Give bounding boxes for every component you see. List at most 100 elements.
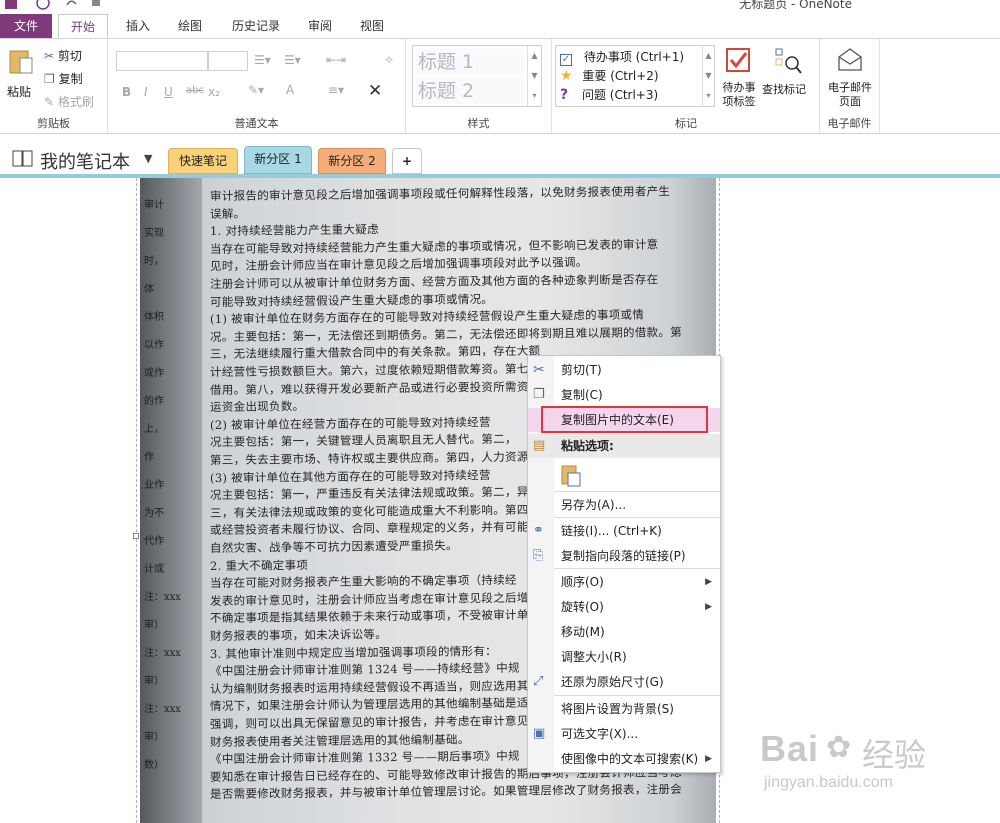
tab-history[interactable]: 历史记录 [224, 14, 288, 38]
format-painter-button[interactable]: ✎ 格式刷 [44, 93, 94, 110]
underline-button[interactable]: U [164, 85, 173, 99]
menu-make-text-searchable[interactable]: 使图像中的文本可搜索(K) ▶ [528, 747, 720, 771]
book-text-line: 1. 对持续经营能力产生重大疑虑 [209, 222, 380, 239]
styles-scroll[interactable]: ▲ ▼ ▾ [527, 46, 541, 106]
menu-move[interactable]: 移动(M) [528, 620, 720, 644]
left-page-fragment: 代作 [144, 536, 164, 547]
chevron-down-icon[interactable]: ▼ [144, 152, 152, 165]
book-left-page: 审计 实现 时， 体体积 以作 或作 的作 上， 作业作 为不 代作 计或 注：xxx 审） 注：xxx 审）… [140, 178, 202, 823]
menu-link[interactable]: ⚭ 链接(I)... (Ctrl+K) [528, 519, 720, 543]
font-size-combo[interactable] [208, 51, 248, 71]
tag-question[interactable]: ? 问题 (Ctrl+3) [560, 86, 658, 104]
menu-set-background[interactable]: 将图片设置为背景(S) [528, 697, 720, 721]
tab-file[interactable]: 文件 [0, 14, 52, 38]
back-icon[interactable] [36, 0, 50, 10]
font-name-combo[interactable] [116, 51, 208, 71]
section-new-2[interactable]: 新分区 2 [318, 148, 386, 174]
book-text-line: 发表的审计意见时，注册会计师应当考虑在审计意见段之后增加 [209, 590, 541, 608]
page-canvas[interactable]: 审计 实现 时， 体体积 以作 或作 的作 上， 作业作 为不 代作 计或 注：xxx 审） 注：xxx 审）… [0, 178, 1000, 823]
paste-picture-option[interactable] [528, 461, 720, 491]
book-text-line: 当存在可能导致对持续经营能力产生重大疑虑的事项或情况，但不影响已发表的审计意 [209, 237, 659, 256]
book-text-line: (2) 被审计单位在经营方面存在的可能导致对持续经营 [209, 414, 491, 432]
highlight-box [541, 406, 708, 433]
basic-text-group-label: 普通文本 [234, 117, 279, 130]
paste-icon: ▤ [533, 438, 546, 453]
left-page-fragment: 审计 [144, 200, 164, 211]
paste-icon [9, 50, 33, 74]
delete-icon[interactable]: ✕ [368, 81, 382, 101]
notebook-bar: 我的笔记本 ▼ 快速笔记 新分区 1 新分区 2 + [0, 134, 1000, 174]
book-text-line: 见时，注册会计师应当在审计意见段之后增加强调事项段对此予以强调。 [209, 255, 588, 274]
notebook-name[interactable]: 我的笔记本 [40, 148, 130, 174]
numbering-icon[interactable]: ☰▾ [284, 53, 301, 67]
italic-button[interactable]: I [144, 85, 148, 99]
undo-icon[interactable] [64, 0, 78, 10]
section-new-1[interactable]: 新分区 1 [244, 146, 312, 174]
add-section-button[interactable]: + [392, 148, 422, 174]
email-page-label: 电子邮件页面 [828, 81, 872, 108]
indent-icon[interactable]: ⇤⇥ [326, 53, 346, 67]
menu-move-label: 移动(M) [561, 625, 605, 639]
email-page-button[interactable]: 电子邮件页面 [824, 45, 876, 113]
menu-copy-label: 复制(C) [561, 388, 603, 402]
paste-button[interactable]: 粘贴 [4, 47, 36, 105]
align-icon[interactable]: ≡▾ [328, 83, 344, 97]
tab-view[interactable]: 视图 [352, 14, 392, 38]
left-page-fragment: 注：xxx [144, 648, 181, 659]
submenu-arrow-icon: ▶ [705, 577, 712, 587]
cut-button[interactable]: ✂ 剪切 [44, 47, 82, 64]
copy-icon: ❐ [44, 72, 55, 86]
book-text-line: 可能导致对持续经营假设产生重大疑虑的事项或情况。 [209, 291, 494, 309]
tags-scroll[interactable]: ▲ ▼ ▾ [702, 46, 714, 106]
tab-insert[interactable]: 插入 [118, 14, 158, 38]
font-color-button[interactable]: A [286, 83, 294, 97]
book-text-line: 认为编制财务报表时运用持续经营假设不再适当，则应选用其他 [209, 678, 541, 696]
menu-separator [554, 517, 720, 518]
book-text-line: 是否需要修改财务报表，并与被审计单位管理层讨论。如果管理层修改了财务报表，注册会 [209, 782, 683, 802]
strikethrough-button[interactable]: abc [186, 85, 204, 96]
book-text-line: 不确定事项是指其结果依赖于未来行动或事项，不受被审计单位 [209, 607, 541, 626]
highlight-icon[interactable]: ✎▾ [248, 83, 264, 97]
menu-rotate[interactable]: 旋转(O) ▶ [528, 595, 720, 619]
menu-save-as[interactable]: 另存为(A)... [528, 493, 720, 517]
book-text-line: 审计报告的审计意见段之后增加强调事项段或任何解释性段落，以免财务报表使用者产生 [209, 184, 671, 203]
find-tags-button[interactable]: 查找标记 [760, 45, 816, 105]
tab-review[interactable]: 审阅 [300, 14, 340, 38]
style-heading-1[interactable]: 标题 1 [416, 49, 524, 75]
copy-button[interactable]: ❐ 复制 [44, 70, 83, 87]
left-page-fragment: 体积 [144, 312, 164, 323]
left-page-fragment: 上， [144, 424, 164, 435]
tag-question-label: 问题 (Ctrl+3) [581, 88, 659, 102]
tags-gallery: ✓ 待办事项 (Ctrl+1) ★ 重要 (Ctrl+2) ? 问题 (Ctrl… [555, 45, 715, 107]
quick-access-customize-icon[interactable] [90, 0, 104, 10]
menu-restore-size-label: 还原为原始尺寸(G) [561, 675, 664, 689]
style-heading-2[interactable]: 标题 2 [416, 78, 524, 104]
book-text-line: 三，有关法律法规或政策的变化可能造成重大不利影响。第四， [209, 502, 541, 520]
menu-cut[interactable]: ✂ 剪切(T) [528, 358, 720, 382]
section-quick-notes[interactable]: 快速笔记 [168, 148, 238, 174]
clear-format-icon[interactable]: ✧ [384, 53, 394, 67]
tag-todo[interactable]: ✓ 待办事项 (Ctrl+1) [560, 48, 684, 66]
tag-important[interactable]: ★ 重要 (Ctrl+2) [560, 67, 659, 85]
subscript-button[interactable]: x₂ [208, 85, 220, 99]
todo-tag-button[interactable]: 待办事项标签 [720, 45, 758, 115]
menu-alt-text[interactable]: ▣ 可选文字(X)... [528, 722, 720, 746]
styles-group-label: 样式 [467, 117, 490, 130]
paw-icon: ✿ [826, 730, 852, 765]
baidu-watermark: Bai ✿ 经验 jingyan.baidu.com [760, 728, 995, 818]
menu-restore-size[interactable]: ⤢ 还原为原始尺寸(G) [528, 670, 720, 694]
bold-button[interactable]: B [122, 85, 131, 99]
menu-order[interactable]: 顺序(O) ▶ [528, 570, 720, 594]
submenu-arrow-icon: ▶ [705, 602, 712, 612]
menu-copy-paragraph-link[interactable]: ⎘ 复制指向段落的链接(P) [528, 544, 720, 568]
left-page-fragment: 体 [144, 284, 154, 295]
menu-resize[interactable]: 调整大小(R) [528, 645, 720, 669]
watermark-brand: Bai [760, 728, 820, 769]
tab-draw[interactable]: 绘图 [170, 14, 210, 38]
book-text-line: 第三，失去主要市场、特许权或主要供应商。第四，人力资源 [209, 449, 529, 467]
bullets-icon[interactable]: ☰▾ [254, 53, 271, 67]
tab-home[interactable]: 开始 [58, 14, 108, 38]
menu-copy[interactable]: ❐ 复制(C) [528, 383, 720, 407]
menu-alt-text-label: 可选文字(X)... [561, 727, 639, 741]
resize-handle-left[interactable] [133, 533, 139, 539]
